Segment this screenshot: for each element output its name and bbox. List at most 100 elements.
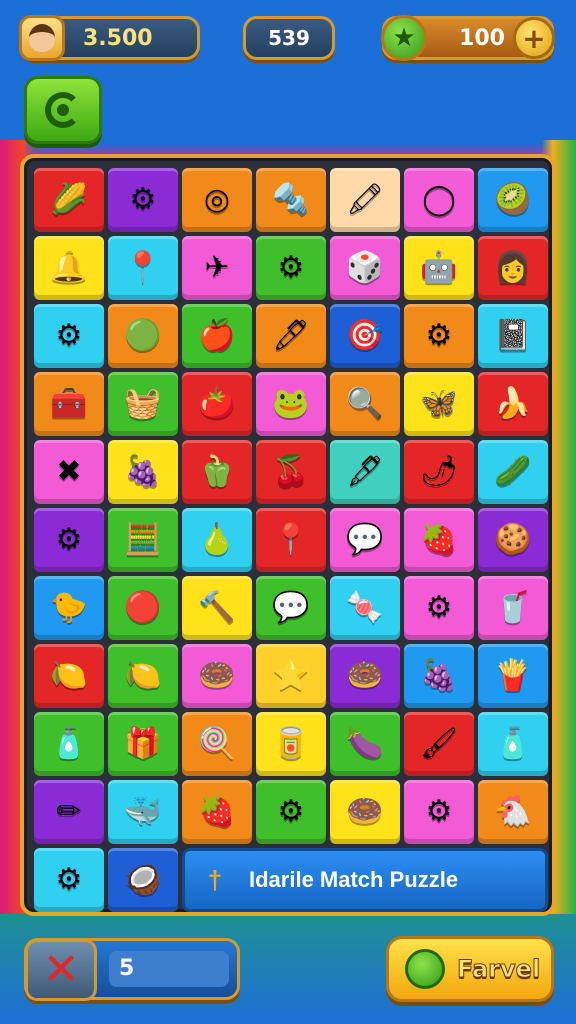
tile[interactable]: 🥥 bbox=[108, 848, 178, 912]
tile[interactable]: 🔔 bbox=[34, 236, 104, 300]
tile[interactable]: 📓 bbox=[478, 304, 548, 368]
tile-icon: 🔍 bbox=[346, 386, 384, 421]
tile[interactable]: 🖍 bbox=[330, 168, 400, 232]
coin-counter[interactable]: 3.500 bbox=[19, 15, 200, 61]
tile[interactable]: ⚙ bbox=[256, 780, 326, 844]
close-icon: ✕ bbox=[42, 944, 80, 995]
tile[interactable]: 🧰 bbox=[34, 372, 104, 436]
tile[interactable]: 🍋 bbox=[34, 644, 104, 708]
menu-button[interactable] bbox=[24, 76, 102, 144]
tile-icon: 💬 bbox=[272, 590, 310, 625]
tile-icon: 🍩 bbox=[346, 658, 384, 693]
tile-icon: 🔴 bbox=[124, 590, 162, 625]
tile[interactable]: 🍒 bbox=[256, 440, 326, 504]
tile[interactable]: 🌶 bbox=[404, 440, 474, 504]
tile[interactable]: 🥒 bbox=[478, 440, 548, 504]
tile[interactable]: ⚙ bbox=[404, 304, 474, 368]
tile[interactable]: ✖ bbox=[34, 440, 104, 504]
tile[interactable]: 🥫 bbox=[256, 712, 326, 776]
tile[interactable]: 🍇 bbox=[108, 440, 178, 504]
tile-icon: 🎯 bbox=[346, 318, 384, 353]
tile[interactable]: 🍓 bbox=[404, 508, 474, 572]
tile[interactable]: 🐤 bbox=[34, 576, 104, 640]
tile[interactable]: 🔩 bbox=[256, 168, 326, 232]
tile[interactable]: 🔴 bbox=[108, 576, 178, 640]
tile[interactable]: 🍅 bbox=[182, 372, 252, 436]
tile[interactable]: 🧴 bbox=[478, 712, 548, 776]
tile[interactable]: 🍎 bbox=[182, 304, 252, 368]
tile[interactable]: ◎ bbox=[182, 168, 252, 232]
game-title: Idarile Match Puzzle bbox=[249, 867, 459, 892]
tile[interactable]: 🧺 bbox=[108, 372, 178, 436]
tile-icon: 🧰 bbox=[50, 386, 88, 421]
tile-icon: 🍬 bbox=[346, 590, 384, 625]
tile[interactable]: ✏ bbox=[34, 780, 104, 844]
tile[interactable]: 🟢 bbox=[108, 304, 178, 368]
tile[interactable]: 🍐 bbox=[182, 508, 252, 572]
tile[interactable]: 🍇 bbox=[404, 644, 474, 708]
tile[interactable]: 👩 bbox=[478, 236, 548, 300]
tile[interactable]: 🍩 bbox=[330, 644, 400, 708]
tile[interactable]: 🖋 bbox=[330, 440, 400, 504]
tile[interactable]: 🥤 bbox=[478, 576, 548, 640]
tile[interactable]: 🐳 bbox=[108, 780, 178, 844]
tile[interactable]: 💬 bbox=[256, 576, 326, 640]
tile-icon: 🐳 bbox=[124, 794, 162, 829]
tile[interactable]: 🐔 bbox=[478, 780, 548, 844]
tile-icon: 🥤 bbox=[494, 590, 532, 625]
tile[interactable]: ⚙ bbox=[404, 576, 474, 640]
tile[interactable]: 🍋 bbox=[108, 644, 178, 708]
tile[interactable]: 🍪 bbox=[478, 508, 548, 572]
tile[interactable]: 🍌 bbox=[478, 372, 548, 436]
tile[interactable]: ⚙ bbox=[256, 236, 326, 300]
tile[interactable]: 🖊 bbox=[256, 304, 326, 368]
tile[interactable]: 🧴 bbox=[34, 712, 104, 776]
tile[interactable]: 🫑 bbox=[182, 440, 252, 504]
add-gems-button[interactable]: + bbox=[513, 17, 555, 59]
tile[interactable]: 🖌 bbox=[404, 712, 474, 776]
tile-icon: 📍 bbox=[272, 522, 310, 557]
tile[interactable]: 🍆 bbox=[330, 712, 400, 776]
tile[interactable]: 🌽 bbox=[34, 168, 104, 232]
action-button-label: Farvel bbox=[456, 955, 541, 984]
tile-icon: 🍓 bbox=[198, 794, 236, 829]
tile[interactable]: 🤖 bbox=[404, 236, 474, 300]
tile[interactable]: 🍩 bbox=[182, 644, 252, 708]
tile[interactable]: 🎯 bbox=[330, 304, 400, 368]
tile[interactable]: ⚙ bbox=[34, 304, 104, 368]
tile-icon: 🥥 bbox=[124, 862, 162, 897]
tile[interactable]: 📍 bbox=[256, 508, 326, 572]
tile[interactable]: ◯ bbox=[404, 168, 474, 232]
tile-icon: ⚙ bbox=[277, 794, 305, 829]
tile[interactable]: ✈ bbox=[182, 236, 252, 300]
tile[interactable]: ⚙ bbox=[34, 848, 104, 912]
tile-icon: ⚙ bbox=[277, 250, 305, 285]
tile[interactable]: 🎁 bbox=[108, 712, 178, 776]
tile[interactable]: 🔍 bbox=[330, 372, 400, 436]
tile[interactable]: 📍 bbox=[108, 236, 178, 300]
tile[interactable]: 🥝 bbox=[478, 168, 548, 232]
tile-icon: 🥒 bbox=[494, 454, 532, 489]
gem-counter[interactable]: ★ 100 + bbox=[381, 15, 555, 61]
tile-icon: 🍟 bbox=[494, 658, 532, 693]
tile[interactable]: 🦋 bbox=[404, 372, 474, 436]
tile[interactable]: 🐸 bbox=[256, 372, 326, 436]
tile[interactable]: ⚙ bbox=[34, 508, 104, 572]
tile[interactable]: 🔨 bbox=[182, 576, 252, 640]
tile[interactable]: 🍟 bbox=[478, 644, 548, 708]
coin-value: 3.500 bbox=[83, 25, 153, 51]
tile[interactable]: ⚙ bbox=[108, 168, 178, 232]
tile[interactable]: ⭐ bbox=[256, 644, 326, 708]
tile[interactable]: 🍬 bbox=[330, 576, 400, 640]
action-button[interactable]: Farvel bbox=[386, 936, 554, 1002]
tile[interactable]: 💬 bbox=[330, 508, 400, 572]
close-button[interactable]: ✕ bbox=[25, 939, 97, 1001]
tile[interactable]: 🧮 bbox=[108, 508, 178, 572]
tile[interactable]: 🍩 bbox=[330, 780, 400, 844]
tile[interactable]: ⚙ bbox=[404, 780, 474, 844]
tile[interactable]: 🎲 bbox=[330, 236, 400, 300]
tile[interactable]: 🍓 bbox=[182, 780, 252, 844]
swirl-icon bbox=[45, 92, 81, 128]
player-avatar[interactable] bbox=[19, 15, 65, 61]
tile[interactable]: 🍭 bbox=[182, 712, 252, 776]
